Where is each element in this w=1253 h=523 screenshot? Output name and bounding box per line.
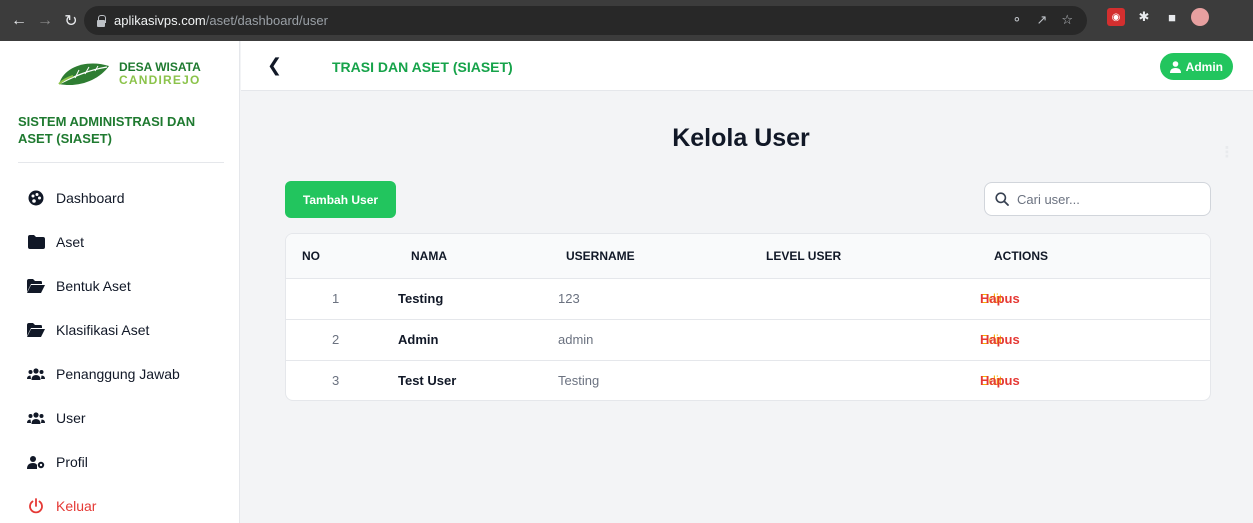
sidebar-item-label: Profil [56, 454, 88, 470]
cell-no: 2 [332, 332, 340, 347]
sidebar-menu: Dashboard Aset Bentuk Aset Klasifikasi A… [0, 176, 240, 523]
column-header-no: NO [302, 249, 320, 263]
user-table: NO NAMA USERNAME LEVEL USER ACTIONS 1 Te… [285, 233, 1211, 401]
key-icon[interactable]: ⚬ [1012, 12, 1023, 28]
column-header-actions: ACTIONS [994, 249, 1048, 263]
cell-no: 1 [332, 291, 340, 306]
cell-nama: Testing [398, 291, 444, 306]
sidebar-item-label: Aset [56, 234, 85, 250]
search-icon [995, 192, 1009, 206]
sidebar-item-label: Klasifikasi Aset [56, 322, 150, 338]
lock-icon [96, 14, 106, 27]
column-header-level-user: LEVEL USER [766, 249, 842, 263]
cell-username: admin [558, 332, 594, 347]
user-gear-icon [26, 454, 46, 470]
column-header-nama: NAMA [411, 249, 447, 263]
users-icon [26, 366, 46, 382]
forward-arrow-icon[interactable]: → [34, 10, 56, 32]
sidebar-item-label: User [56, 410, 86, 426]
sidepanel-icon[interactable]: ■ [1163, 8, 1181, 26]
cell-username: Testing [558, 373, 600, 388]
table-row: 2 Admin admin Edit Hapus [286, 319, 1210, 360]
chevron-left-icon[interactable]: ❮ [267, 55, 282, 76]
topbar-title: TRASI DAN ASET (SIASET) [332, 59, 513, 75]
table-row: 3 Test User Testing Edit Hapus [286, 360, 1210, 400]
back-arrow-icon[interactable]: ← [8, 10, 30, 32]
sidebar-item-label: Bentuk Aset [56, 278, 131, 294]
sidebar-item-keluar[interactable]: Keluar [0, 484, 240, 523]
delete-link[interactable]: Hapus [980, 279, 1020, 319]
sidebar-item-klasifikasi-aset[interactable]: Klasifikasi Aset [0, 308, 240, 352]
palette-icon [26, 190, 46, 206]
table-header: NO NAMA USERNAME LEVEL USER ACTIONS [286, 234, 1210, 278]
url-host: aplikasivps.com [114, 13, 206, 28]
sidebar-item-label: Keluar [56, 498, 97, 514]
power-icon [26, 498, 46, 514]
brand-logo[interactable]: DESA WISATA CANDIREJO [0, 41, 239, 94]
folder-open-icon [26, 278, 46, 294]
star-icon[interactable]: ☆ [1061, 12, 1073, 28]
column-header-username: USERNAME [566, 249, 635, 263]
folder-open-icon [26, 322, 46, 338]
search-box[interactable] [984, 182, 1211, 216]
sidebar-item-profil[interactable]: Profil [0, 440, 240, 484]
cell-nama: Test User [398, 373, 457, 388]
cell-username: 123 [558, 291, 580, 306]
sidebar: DESA WISATA CANDIREJO SISTEM ADMINISTRAS… [0, 41, 240, 523]
page-title: Kelola User [672, 124, 810, 152]
system-name: SISTEM ADMINISTRASI DAN ASET (SIASET) [18, 114, 196, 146]
user-icon [1169, 60, 1181, 73]
users-icon [26, 410, 46, 426]
sidebar-item-penanggung-jawab[interactable]: Penanggung Jawab [0, 352, 240, 396]
brand-line-2: CANDIREJO [119, 73, 201, 87]
sidebar-item-aset[interactable]: Aset [0, 220, 240, 264]
share-icon[interactable]: ↗ [1036, 12, 1047, 28]
search-input[interactable] [1017, 191, 1197, 207]
folder-icon [26, 234, 46, 250]
kebab-menu-icon[interactable]: ⋮ [1107, 143, 1253, 161]
sidebar-item-user[interactable]: User [0, 396, 240, 440]
table-row: 1 Testing 123 Edit Hapus [286, 278, 1210, 319]
extension-icon[interactable]: ◉ [1107, 8, 1125, 26]
delete-link[interactable]: Hapus [980, 361, 1020, 400]
reload-icon[interactable]: ↻ [60, 10, 82, 32]
sidebar-item-dashboard[interactable]: Dashboard [0, 176, 240, 220]
sidebar-divider [18, 162, 224, 163]
delete-link[interactable]: Hapus [980, 320, 1020, 360]
puzzle-icon[interactable]: ✱ [1135, 8, 1153, 26]
profile-avatar-icon[interactable] [1191, 8, 1209, 26]
cell-nama: Admin [398, 332, 439, 347]
admin-label: Admin [1185, 59, 1223, 74]
cell-no: 3 [332, 373, 340, 388]
sidebar-item-bentuk-aset[interactable]: Bentuk Aset [0, 264, 240, 308]
sidebar-item-label: Penanggung Jawab [56, 366, 180, 382]
sidebar-item-label: Dashboard [56, 190, 125, 206]
address-bar[interactable]: aplikasivps.com/aset/dashboard/user ⚬ ↗ … [84, 6, 1087, 35]
url-path: /aset/dashboard/user [205, 13, 328, 28]
admin-user-button[interactable]: Admin [1159, 53, 1233, 80]
add-user-button[interactable]: Tambah User [285, 181, 396, 218]
leaf-logo-icon [58, 63, 109, 86]
top-bar: ❮ TRASI DAN ASET (SIASET) Admin [241, 41, 1253, 91]
browser-toolbar: ← → ↻ aplikasivps.com/aset/dashboard/use… [0, 0, 1253, 161]
